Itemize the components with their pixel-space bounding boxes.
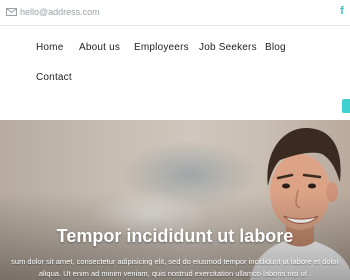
envelope-icon: [6, 8, 17, 16]
contact-email[interactable]: hello@address.com: [6, 6, 100, 18]
main-navigation: Home About us Employeers Job Seekers Blo…: [0, 26, 350, 120]
contact-email-text: hello@address.com: [20, 7, 100, 17]
hero-banner: Tempor incididunt ut labore sum dolor si…: [0, 120, 350, 280]
nav-item-blog[interactable]: Blog: [265, 42, 286, 53]
nav-item-job-seekers[interactable]: Job Seekers: [199, 42, 257, 53]
side-tab-button[interactable]: [342, 99, 350, 113]
nav-item-contact[interactable]: Contact: [36, 72, 72, 83]
hero-text-line-1: sum dolor sit amet, consectetur adipisic…: [11, 257, 339, 266]
nav-item-about-us[interactable]: About us: [79, 42, 120, 53]
top-bar: hello@address.com f: [0, 0, 350, 26]
hero-title: Tempor incididunt ut labore: [56, 226, 294, 246]
nav-item-employeers[interactable]: Employeers: [134, 42, 189, 53]
hero-text-line-2: aliqua. Ut enim ad minim veniam, quis no…: [38, 269, 312, 278]
facebook-icon[interactable]: f: [337, 5, 347, 17]
hero-overlay: [0, 120, 350, 280]
nav-item-home[interactable]: Home: [36, 42, 63, 53]
